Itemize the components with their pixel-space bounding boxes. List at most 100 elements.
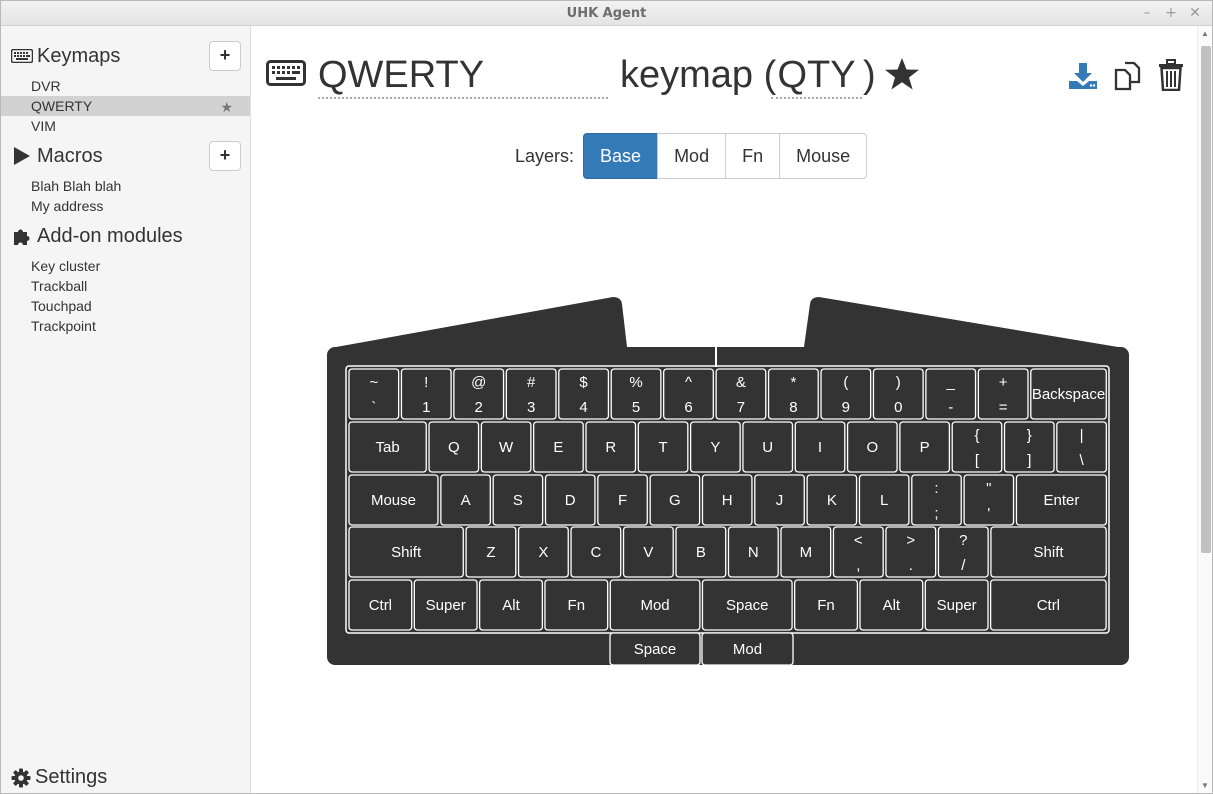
key-char[interactable]: #3 (505, 368, 557, 420)
key-char[interactable]: (9 (820, 368, 872, 420)
key-d[interactable]: D (544, 474, 596, 526)
scroll-down-icon[interactable]: ▼ (1201, 781, 1209, 790)
key-char[interactable]: |\ (1056, 421, 1108, 473)
key-label: Mod (733, 641, 762, 658)
key-fn[interactable]: Fn (794, 579, 859, 631)
key-shift-label: # (527, 374, 536, 391)
key-label: K (827, 492, 837, 509)
key-char[interactable]: ^6 (663, 368, 714, 420)
key-r[interactable]: R (585, 421, 637, 473)
key-shift[interactable]: Shift (990, 526, 1107, 578)
key-k[interactable]: K (806, 474, 858, 526)
key-space[interactable]: Space (609, 632, 701, 666)
key-char[interactable]: !1 (400, 368, 452, 420)
key-label: V (643, 544, 653, 561)
key-f[interactable]: F (597, 474, 648, 526)
key-base-label: ; (934, 505, 938, 522)
key-l[interactable]: L (858, 474, 910, 526)
key-shift-label: ~ (369, 374, 378, 391)
key-j[interactable]: J (754, 474, 805, 526)
key-label: A (461, 492, 471, 509)
key-char[interactable]: += (977, 368, 1029, 420)
key-shift[interactable]: Shift (348, 526, 464, 578)
key-z[interactable]: Z (465, 526, 517, 578)
key-t[interactable]: T (637, 421, 689, 473)
key-e[interactable]: E (533, 421, 584, 473)
key-label: Shift (1034, 544, 1065, 561)
key-space[interactable]: Space (701, 579, 793, 631)
key-shift-label: | (1080, 427, 1084, 444)
key-fn[interactable]: Fn (544, 579, 609, 631)
key-a[interactable]: A (440, 474, 491, 526)
scrollbar[interactable]: ▲ ▼ (1197, 26, 1212, 793)
key-shift-label: } (1027, 427, 1032, 444)
key-p[interactable]: P (899, 421, 951, 473)
key-b[interactable]: B (675, 526, 727, 578)
key-label: T (658, 439, 667, 456)
key-shift-label: { (974, 427, 979, 444)
key-shift-label: * (790, 374, 796, 391)
key-char[interactable]: ~` (348, 368, 400, 420)
key-label: P (920, 439, 930, 456)
key-label: J (776, 492, 784, 509)
key-char[interactable]: >. (885, 526, 937, 578)
key-label: Fn (817, 597, 835, 614)
key-char[interactable]: {[ (951, 421, 1003, 473)
key-super[interactable]: Super (924, 579, 989, 631)
key-base-label: 7 (737, 399, 745, 416)
scrollbar-thumb[interactable] (1201, 46, 1211, 553)
key-i[interactable]: I (794, 421, 846, 473)
key-char[interactable]: ?/ (937, 526, 989, 578)
key-alt[interactable]: Alt (859, 579, 924, 631)
key-u[interactable]: U (742, 421, 794, 473)
key-char[interactable]: @2 (453, 368, 505, 420)
key-n[interactable]: N (727, 526, 779, 578)
key-y[interactable]: Y (689, 421, 741, 473)
key-ctrl[interactable]: Ctrl (989, 579, 1107, 631)
key-char[interactable]: <, (832, 526, 884, 578)
key-w[interactable]: W (480, 421, 532, 473)
key-label: Z (486, 544, 495, 561)
key-mod[interactable]: Mod (701, 632, 794, 666)
key-label: H (722, 492, 733, 509)
key-label: Alt (883, 597, 901, 614)
key-char[interactable]: "' (963, 474, 1015, 526)
key-char[interactable]: )0 (872, 368, 924, 420)
key-shift-label: + (999, 374, 1008, 391)
key-label: O (866, 439, 878, 456)
key-char[interactable]: %5 (610, 368, 662, 420)
key-char[interactable]: &7 (715, 368, 767, 420)
key-label: L (880, 492, 888, 509)
key-char[interactable]: *8 (767, 368, 819, 420)
key-char[interactable]: _- (925, 368, 977, 420)
key-v[interactable]: V (622, 526, 674, 578)
key-s[interactable]: S (492, 474, 544, 526)
key-alt[interactable]: Alt (478, 579, 544, 631)
key-x[interactable]: X (517, 526, 569, 578)
key-label: Super (937, 597, 977, 614)
key-enter[interactable]: Enter (1015, 474, 1108, 526)
key-base-label: ' (987, 505, 990, 522)
scroll-up-icon[interactable]: ▲ (1201, 29, 1209, 38)
key-c[interactable]: C (570, 526, 622, 578)
key-tab[interactable]: Tab (348, 421, 427, 473)
key-h[interactable]: H (701, 474, 753, 526)
key-g[interactable]: G (649, 474, 701, 526)
key-label: B (696, 544, 706, 561)
key-char[interactable]: $4 (558, 368, 610, 420)
key-base-label: 8 (789, 399, 797, 416)
key-char[interactable]: :; (911, 474, 962, 526)
key-o[interactable]: O (846, 421, 898, 473)
key-ctrl[interactable]: Ctrl (348, 579, 413, 631)
key-super[interactable]: Super (413, 579, 478, 631)
key-m[interactable]: M (780, 526, 832, 578)
key-label: W (499, 439, 514, 456)
key-mod[interactable]: Mod (609, 579, 701, 631)
key-base-label: 4 (579, 399, 587, 416)
key-base-label: 3 (527, 399, 535, 416)
key-backspace[interactable]: Backspace (1030, 368, 1107, 420)
key-char[interactable]: }] (1003, 421, 1055, 473)
key-q[interactable]: Q (428, 421, 480, 473)
key-shift-label: & (736, 374, 746, 391)
key-mouse[interactable]: Mouse (348, 474, 439, 526)
